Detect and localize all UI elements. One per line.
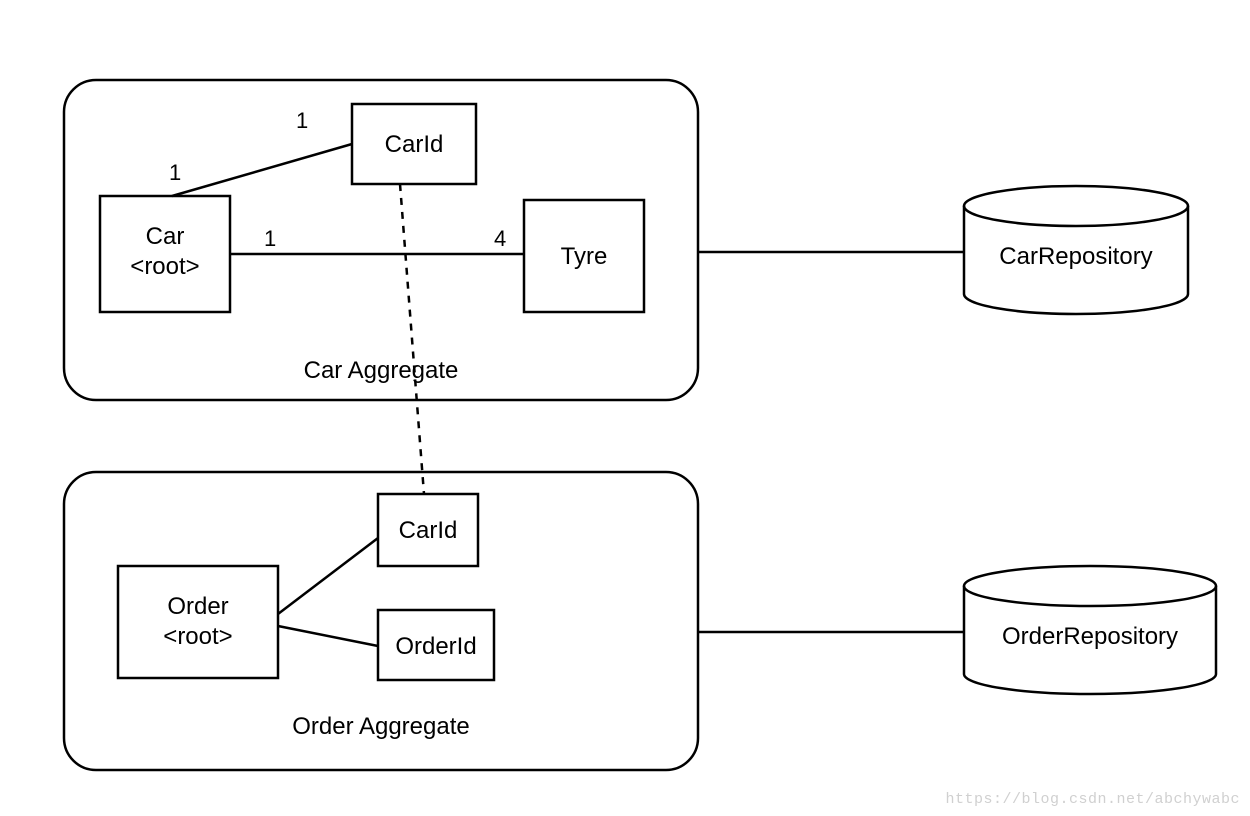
mult-car-tyre-left: 1 (264, 226, 276, 251)
mult-car-tyre-right: 4 (494, 226, 506, 251)
order-root-stereotype: <root> (163, 623, 232, 650)
order-to-carid-line (278, 538, 378, 614)
diagram-canvas: Car <root> CarId Tyre 1 1 1 4 Car Aggreg… (0, 0, 1250, 816)
car-root-name: Car (146, 223, 185, 250)
car-repository-cylinder: CarRepository (964, 186, 1188, 314)
order-root-name: Order (167, 593, 228, 620)
car-root-stereotype: <root> (130, 253, 199, 280)
order-root-box (118, 566, 278, 678)
watermark-text: https://blog.csdn.net/abchywabc (945, 791, 1240, 808)
order-to-orderid-line (278, 626, 378, 646)
car-aggregate-label: Car Aggregate (304, 357, 459, 384)
car-repository-label: CarRepository (999, 243, 1152, 270)
mult-car-carid-right: 1 (296, 108, 308, 133)
car-to-carid-line (172, 144, 352, 196)
carid-link-dashed (400, 184, 424, 494)
orderid-label: OrderId (395, 633, 476, 660)
carid-label-bottom: CarId (399, 517, 458, 544)
carid-label-top: CarId (385, 131, 444, 158)
tyre-label: Tyre (561, 243, 608, 270)
order-aggregate-label: Order Aggregate (292, 713, 469, 740)
order-repository-label: OrderRepository (1002, 623, 1178, 650)
order-repository-cylinder: OrderRepository (964, 566, 1216, 694)
mult-car-carid-left: 1 (169, 160, 181, 185)
